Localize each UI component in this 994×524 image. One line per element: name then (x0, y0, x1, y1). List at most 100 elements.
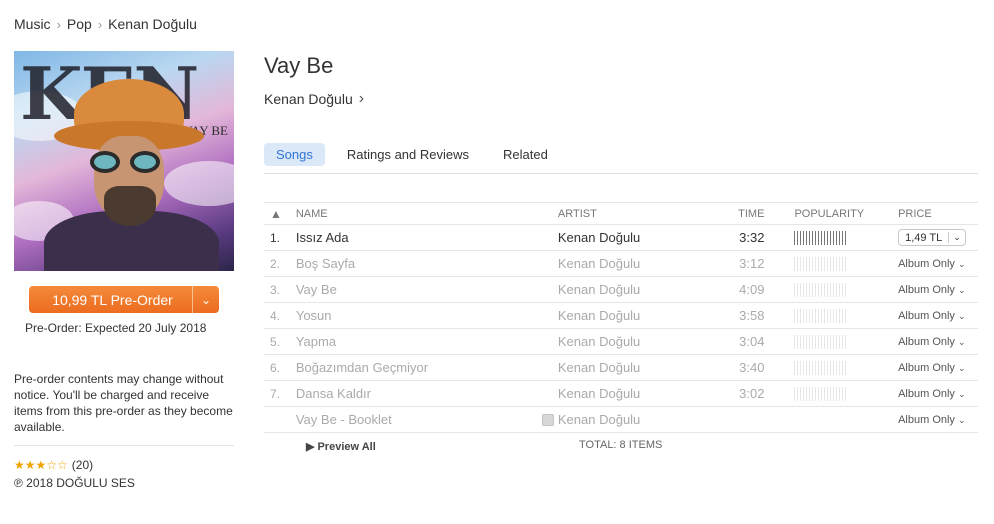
price-cell: Album Only ⌄ (898, 380, 978, 407)
preorder-label: 10,99 TL Pre-Order (52, 291, 173, 308)
tab-songs[interactable]: Songs (264, 143, 325, 166)
popularity-bar (794, 230, 847, 245)
track-number: 5. (264, 328, 296, 355)
album-only-label: Album Only (898, 361, 955, 374)
column-header-name[interactable]: NAME (295, 202, 558, 225)
column-header-price[interactable]: PRICE (898, 202, 978, 225)
tab-related[interactable]: Related (491, 143, 560, 166)
column-header-artist[interactable]: ARTIST (557, 202, 723, 225)
table-row[interactable]: 6. Boğazımdan Geçmiyor Kenan Doğulu 3:40… (264, 354, 978, 381)
track-artist: Kenan Doğulu (557, 380, 723, 407)
artist-link[interactable]: Kenan Doğulu › (264, 90, 364, 108)
popularity-cell (794, 406, 899, 433)
album-only-label: Album Only (898, 387, 955, 400)
album-only-button[interactable]: Album Only ⌄ (898, 310, 965, 322)
album-only-button[interactable]: Album Only ⌄ (898, 388, 965, 400)
table-row[interactable]: 2. Boş Sayfa Kenan Doğulu 3:12 Album Onl… (264, 250, 978, 277)
track-time: 3:02 (722, 380, 795, 407)
copyright: ℗ 2018 DOĞULU SES (14, 476, 135, 490)
table-row[interactable]: 5. Yapma Kenan Doğulu 3:04 Album Only ⌄ (264, 328, 978, 355)
album-only-label: Album Only (898, 335, 955, 348)
track-time: 3:32 (722, 224, 795, 251)
tab-ratings-and-reviews[interactable]: Ratings and Reviews (335, 143, 481, 166)
chevron-down-icon[interactable]: ⌄ (193, 293, 219, 307)
popularity-cell (794, 224, 899, 251)
price-cell: Album Only ⌄ (898, 250, 978, 277)
divider (14, 445, 234, 446)
breadcrumb-music[interactable]: Music (14, 16, 51, 32)
track-artist: Kenan Doğulu (557, 406, 723, 433)
breadcrumb: Music › Pop › Kenan Doğulu (14, 16, 197, 32)
track-time: 3:12 (722, 250, 795, 277)
track-name: Vay Be (295, 276, 558, 303)
popularity-cell (794, 380, 899, 407)
rating: ★★★☆☆ (20) (14, 458, 93, 472)
track-artist: Kenan Doğulu (557, 354, 723, 381)
track-name: Boş Sayfa (295, 250, 558, 277)
popularity-cell (794, 276, 899, 303)
song-table: ▲ NAME ARTIST TIME POPULARITY PRICE 1. I… (264, 202, 978, 433)
table-header-row: ▲ NAME ARTIST TIME POPULARITY PRICE (264, 202, 978, 225)
track-artist: Kenan Doğulu (557, 328, 723, 355)
album-only-button[interactable]: Album Only ⌄ (898, 284, 965, 296)
popularity-cell (794, 354, 899, 381)
track-name: Yapma (295, 328, 558, 355)
column-header-time[interactable]: TIME (722, 202, 795, 225)
table-row[interactable]: 4. Yosun Kenan Doğulu 3:58 Album Only ⌄ (264, 302, 978, 329)
track-number: 4. (264, 302, 296, 329)
chevron-down-icon: ⌄ (957, 284, 966, 295)
chevron-down-icon: ⌄ (957, 388, 966, 399)
preview-all-button[interactable]: ▶ Preview All (306, 440, 376, 454)
album-only-button[interactable]: Album Only ⌄ (898, 336, 965, 348)
column-header-popularity[interactable]: POPULARITY (794, 202, 899, 225)
popularity-cell (794, 250, 899, 277)
album-only-button[interactable]: Album Only ⌄ (898, 414, 965, 426)
document-icon (541, 413, 554, 426)
album-title: Vay Be (264, 53, 334, 78)
popularity-bar (794, 256, 847, 271)
track-time: 4:09 (722, 276, 795, 303)
table-row[interactable]: Vay Be - Booklet Kenan Doğulu Album Only… (264, 406, 978, 433)
play-icon: ▶ (306, 441, 315, 453)
album-only-button[interactable]: Album Only ⌄ (898, 258, 965, 270)
popularity-bar (794, 386, 847, 401)
track-time: 3:04 (722, 328, 795, 355)
album-only-label: Album Only (898, 257, 955, 270)
breadcrumb-artist[interactable]: Kenan Doğulu (108, 16, 197, 32)
track-number: 2. (264, 250, 296, 277)
table-row[interactable]: 1. Issız Ada Kenan Doğulu 3:32 1,49 TL ⌄ (264, 224, 978, 251)
popularity-bar (794, 308, 847, 323)
chevron-right-icon: › (56, 16, 61, 32)
table-row[interactable]: 3. Vay Be Kenan Doğulu 4:09 Album Only ⌄ (264, 276, 978, 303)
chevron-down-icon[interactable]: ⌄ (948, 232, 965, 243)
popularity-cell (794, 302, 899, 329)
popularity-bar (794, 334, 847, 349)
star-rating-icon: ★★★☆☆ (14, 458, 68, 472)
track-artist: Kenan Doğulu (557, 302, 723, 329)
total-items: TOTAL: 8 ITEMS (579, 439, 663, 451)
price-cell: 1,49 TL ⌄ (898, 224, 978, 251)
album-artwork: KEN VAY BE (14, 51, 234, 271)
price-cell: Album Only ⌄ (898, 276, 978, 303)
track-number (264, 406, 296, 433)
track-number: 7. (264, 380, 296, 407)
chevron-down-icon: ⌄ (957, 414, 966, 425)
album-only-button[interactable]: Album Only ⌄ (898, 362, 965, 374)
sort-up-icon[interactable]: ▲ (264, 202, 296, 225)
track-time: 3:58 (722, 302, 795, 329)
album-only-label: Album Only (898, 309, 955, 322)
table-row[interactable]: 7. Dansa Kaldır Kenan Doğulu 3:02 Album … (264, 380, 978, 407)
preorder-button[interactable]: 10,99 TL Pre-Order ⌄ (29, 286, 219, 313)
breadcrumb-pop[interactable]: Pop (67, 16, 92, 32)
track-number: 3. (264, 276, 296, 303)
track-number: 1. (264, 224, 296, 251)
buy-track-button[interactable]: 1,49 TL ⌄ (898, 229, 966, 246)
buy-track-label: 1,49 TL (905, 231, 943, 244)
preview-all-label: Preview All (317, 440, 376, 453)
divider (264, 173, 978, 174)
track-artist: Kenan Doğulu (557, 276, 723, 303)
chevron-right-icon: › (358, 90, 365, 107)
track-number: 6. (264, 354, 296, 381)
chevron-down-icon: ⌄ (957, 362, 966, 373)
album-only-label: Album Only (898, 413, 955, 426)
